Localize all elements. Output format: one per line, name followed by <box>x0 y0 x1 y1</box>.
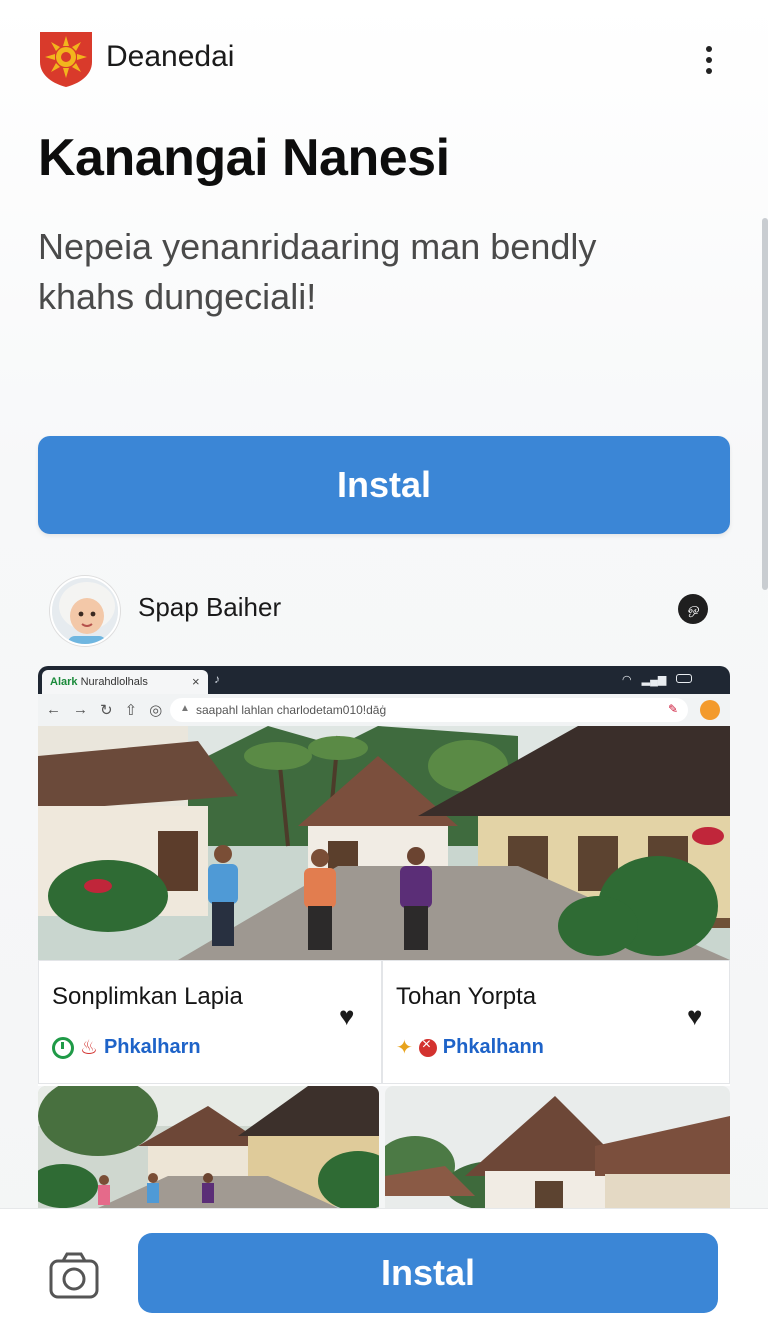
page-subtitle: Nepeia yenanridaaring man bendly khahs d… <box>38 226 597 317</box>
microphone-icon[interactable]: ♪ <box>214 672 220 686</box>
url-text: saapahl lahlan charlodetam010!dāġ <box>196 703 387 717</box>
listing-title: Tohan Yorpta <box>396 983 537 1010</box>
gallery-photo[interactable] <box>385 1086 730 1208</box>
scrollbar[interactable] <box>762 218 768 590</box>
browser-tab-bar: Alark Nurahdlolhals × ♪ ◠ ▂▄▆ <box>38 666 730 694</box>
browser-profile-icon[interactable] <box>700 700 720 720</box>
extension-icon[interactable]: ◎ <box>149 701 162 719</box>
heart-icon[interactable]: ♥ <box>687 1003 702 1029</box>
bookmark-icon[interactable]: ✎ <box>668 702 678 716</box>
flame-icon: ♨ <box>80 1037 98 1059</box>
listing-tag[interactable]: Phkalhann <box>443 1036 544 1059</box>
forward-icon[interactable]: → <box>73 701 88 719</box>
share-icon[interactable]: ⇧ <box>125 701 138 719</box>
heart-icon[interactable]: ♥ <box>339 1003 354 1029</box>
wifi-icon: ◠ <box>622 674 632 686</box>
clock-icon <box>52 1036 74 1059</box>
listing-card[interactable]: Sonplimkan Lapia ♥ ♨ Phkalharn <box>38 960 382 1084</box>
browser-tab[interactable]: Alark Nurahdlolhals × <box>42 670 208 694</box>
install-button-bottom[interactable]: Instal <box>138 1233 718 1313</box>
status-icons: ◠ ▂▄▆ <box>622 673 693 686</box>
url-bar[interactable]: ▲ saapahl lahlan charlodetam010!dāġ ✎ <box>170 698 688 722</box>
avatar <box>50 576 120 646</box>
battery-icon <box>676 674 693 683</box>
gallery-photo[interactable] <box>38 1086 379 1208</box>
browser-toolbar: ← → ↻ ⇧ ◎ ▲ saapahl lahlan charlodetam01… <box>38 694 730 726</box>
back-icon[interactable]: ← <box>46 701 61 719</box>
developer-name: Spap Baiher <box>138 592 282 622</box>
camera-icon[interactable] <box>48 1251 100 1301</box>
developer-row[interactable]: Spap Baiher ஒ <box>38 570 730 650</box>
tab-brand: Alark <box>50 676 78 688</box>
village-photo <box>38 726 730 960</box>
listing-title: Sonplimkan Lapia <box>52 983 243 1010</box>
lock-icon: ▲ <box>180 703 190 714</box>
blocked-icon <box>418 1036 437 1057</box>
app-name: Deanedai <box>106 40 235 73</box>
more-vertical-icon[interactable] <box>690 40 728 80</box>
tab-title: Nurahdlolhals <box>80 676 148 688</box>
sun-crest-logo <box>40 32 92 87</box>
app-header: Deanedai <box>0 0 768 120</box>
listing-card[interactable]: Tohan Yorpta ♥ ✦ Phkalhann <box>382 960 730 1084</box>
listing-tag[interactable]: Phkalharn <box>104 1036 201 1059</box>
reload-icon[interactable]: ↻ <box>100 701 113 719</box>
gallery-row <box>38 1086 730 1208</box>
screenshot-card[interactable]: Alark Nurahdlolhals × ♪ ◠ ▂▄▆ ← → ↻ ⇧ ◎ … <box>38 666 730 1086</box>
close-icon[interactable]: × <box>192 674 200 689</box>
page-title: Kanangai Nanesi <box>38 129 450 187</box>
sparkle-icon: ✦ <box>396 1037 413 1059</box>
install-button[interactable]: Instal <box>38 436 730 534</box>
bottom-bar: Instal <box>0 1208 768 1344</box>
signal-icon: ▂▄▆ <box>641 674 667 686</box>
translate-badge-icon[interactable]: ஒ <box>678 594 708 624</box>
